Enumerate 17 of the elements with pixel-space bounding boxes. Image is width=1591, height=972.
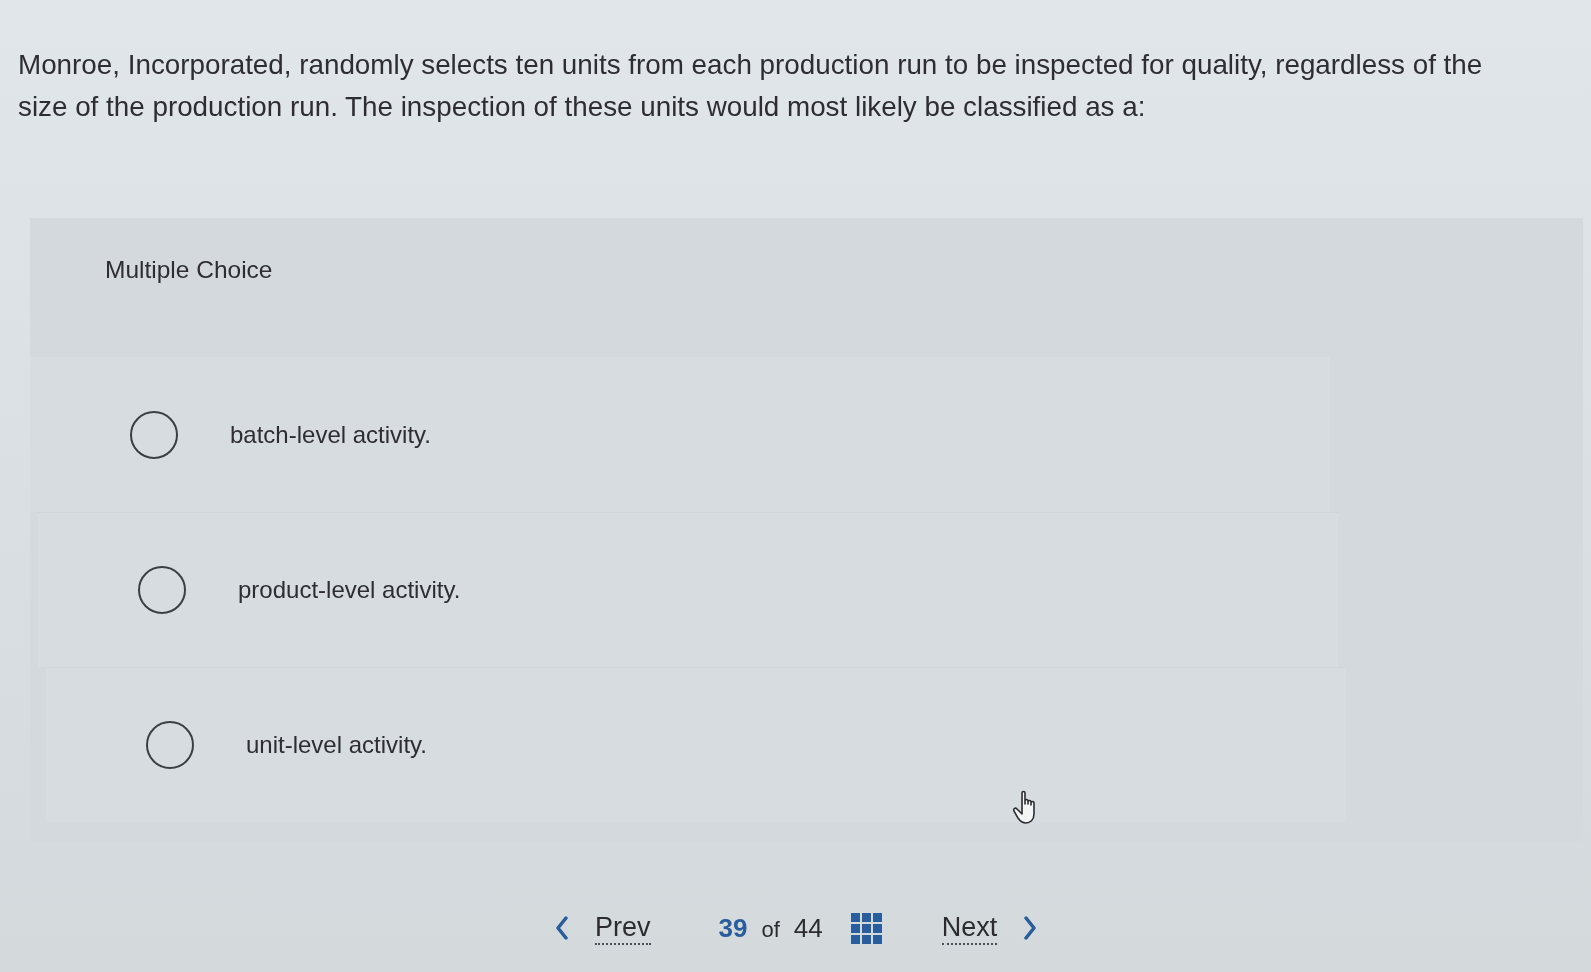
grid-icon	[850, 912, 882, 944]
next-link[interactable]: Next	[941, 911, 1038, 945]
chevron-right-icon	[1023, 916, 1038, 940]
option-text: unit-level activity.	[246, 731, 427, 759]
option-text: product-level activity.	[238, 576, 461, 604]
question-type-label: Multiple Choice	[105, 256, 273, 284]
radio-button[interactable]	[146, 721, 194, 769]
chevron-left-icon	[555, 916, 569, 940]
option-text: batch-level activity.	[230, 420, 431, 449]
prev-link[interactable]: Prev	[555, 911, 651, 945]
of-label: of	[761, 916, 780, 943]
total-question-count: 44	[793, 912, 823, 944]
current-question-number: 39	[718, 912, 748, 944]
radio-button[interactable]	[138, 566, 186, 614]
question-grid-button[interactable]	[850, 912, 882, 944]
radio-button[interactable]	[130, 410, 178, 459]
question-text: Monroe, Incorporated, randomly selects ten units from each production run to be inspected for quality, regardless of the size of the production run. The inspection of these units would most likely be classified as a:	[18, 48, 1484, 124]
